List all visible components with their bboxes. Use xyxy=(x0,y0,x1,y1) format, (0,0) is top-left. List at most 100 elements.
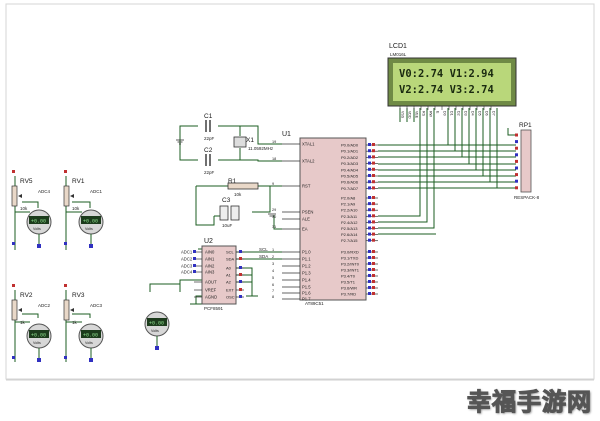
mcu-right-pin-name: P0.4/AD4 xyxy=(341,167,359,172)
pin-state-marker xyxy=(368,143,371,146)
lcd-ref: LCD1 xyxy=(389,43,407,50)
pin-state-marker xyxy=(368,226,371,230)
adc-part: PCF8591 xyxy=(204,306,224,311)
mcu-right-pin-name: P0.1/AD1 xyxy=(341,149,359,154)
pot-bottom-terminal xyxy=(12,356,15,359)
pot-top-terminal xyxy=(64,170,67,173)
mcu-right-pin-name: P2.7/A15 xyxy=(341,238,358,243)
pin-state-marker xyxy=(368,280,371,283)
output-meter-reading: +0.00 xyxy=(149,321,164,327)
rp1-pin-marker xyxy=(515,146,518,150)
voltmeter-terminal xyxy=(89,358,93,362)
pin-state-marker xyxy=(368,286,371,289)
pin-state-marker xyxy=(239,266,242,269)
mcu-left-pin-number: 1 xyxy=(272,248,274,252)
pin-state-marker xyxy=(368,196,371,199)
mcu-part: AT89C51 xyxy=(305,301,324,306)
pin-state-marker xyxy=(372,268,375,271)
pin-state-marker xyxy=(239,295,242,298)
pot-top-terminal xyxy=(12,284,15,287)
mcu-right-pin-name: P3.0/RXD xyxy=(341,250,359,255)
adc-left-pin-name: AIN2 xyxy=(205,264,215,269)
lcd-pin-label: RS xyxy=(422,111,426,117)
mcu-right-pin-name: P2.6/A14 xyxy=(341,232,358,237)
pin-state-marker xyxy=(193,257,196,260)
c2-ref: C2 xyxy=(204,147,213,154)
mcu-left-pin-name: P1.2 xyxy=(302,264,311,269)
pin-state-marker xyxy=(193,264,196,267)
adc-left-pin-name: AIN1 xyxy=(205,257,215,262)
mcu-left-pin-name: ALE xyxy=(302,217,310,222)
pin-state-marker xyxy=(372,196,375,199)
c1-value: 22pF xyxy=(204,136,215,141)
mcu-right-pin-name: P3.2/INT0 xyxy=(341,262,360,267)
pin-state-marker xyxy=(239,273,242,276)
mcu-left-pin-number: 5 xyxy=(272,276,274,280)
lcd-pin-label: D5 xyxy=(478,111,482,116)
pin-state-marker xyxy=(193,250,196,253)
lcd-pin-label: D0 xyxy=(443,111,447,116)
pin-state-marker xyxy=(372,256,375,259)
rp1-ref: RP1 xyxy=(519,122,532,129)
rp1-pin-marker xyxy=(515,186,518,190)
pot-net-label: ADC4 xyxy=(38,189,51,194)
mcu-left-pin-name: EA xyxy=(302,227,308,232)
mcu-right-pin-name: P0.5/AD5 xyxy=(341,174,359,179)
adc-input-label: ADC3 xyxy=(181,264,193,269)
pot-top-terminal xyxy=(64,284,67,287)
crystal-body xyxy=(233,136,247,148)
pot-bottom-terminal xyxy=(64,356,67,359)
pin-state-marker xyxy=(368,208,371,212)
mcu-left-pin-name: P1.6 xyxy=(302,291,311,296)
mcu-left-pin-number: 29 xyxy=(272,208,276,212)
mcu-left-pin-number: 31 xyxy=(272,225,276,229)
pin-state-marker xyxy=(372,143,375,146)
c3-value: 10uF xyxy=(222,223,233,228)
mcu-right-pin-name: P2.4/A12 xyxy=(341,220,358,225)
pot-bottom-terminal xyxy=(64,242,67,245)
mcu-right-pin-name: P0.7/AD7 xyxy=(341,186,359,191)
pin-state-marker xyxy=(372,232,375,236)
pin-state-marker xyxy=(372,262,375,265)
pin-state-marker xyxy=(372,274,375,277)
rp1-pin-marker xyxy=(515,166,518,170)
pin-state-marker xyxy=(239,288,242,291)
schematic-canvas: LCD1 LM016L V0:2.74 V1:2.94 V2:2.74 V3:2… xyxy=(0,0,600,421)
rp1-part: RESPACK-8 xyxy=(514,195,540,200)
mcu-right-pin-name: P3.6/WR xyxy=(341,286,357,291)
bus-label-sda: SDA xyxy=(259,254,268,259)
adc-input-label: ADC1 xyxy=(181,250,193,255)
adc-right-pin-name: A0 xyxy=(226,266,232,271)
adc-right-pin-name: EXT xyxy=(226,288,234,293)
circuit-schematic: LCD1 LM016L V0:2.74 V1:2.94 V2:2.74 V3:2… xyxy=(0,0,600,421)
mcu-left-pin-name: PSEN xyxy=(302,210,313,215)
pin-state-marker xyxy=(368,292,371,295)
adc-left-pin-name: AIN0 xyxy=(205,250,215,255)
pin-state-marker xyxy=(368,274,371,277)
r1-value: 10k xyxy=(234,192,242,197)
rp1-pin-marker xyxy=(515,159,518,163)
bus-label-scl: SCL xyxy=(259,247,268,252)
mcu-right-pin-name: P2.0/A8 xyxy=(341,196,356,201)
voltmeter-reading: +0.00 xyxy=(31,219,46,225)
mcu-left-pin-number: 30 xyxy=(272,215,276,219)
pin-state-marker xyxy=(368,232,371,236)
lcd-pin-label: D7 xyxy=(492,111,496,116)
pin-state-marker xyxy=(368,220,371,224)
pot-value: 10k xyxy=(20,206,28,211)
pin-state-marker xyxy=(368,149,371,153)
adc-right-pin-name: A1 xyxy=(226,273,232,278)
mcu-right-pin-name: P0.0/AD0 xyxy=(341,143,359,148)
pin-state-marker xyxy=(368,202,371,206)
crystal-ref: X1 xyxy=(246,137,254,144)
mcu-left-pin-name: P1.0 xyxy=(302,250,311,255)
lcd-pin-label: D1 xyxy=(450,111,454,116)
voltmeter-terminal xyxy=(37,358,41,362)
lcd-pin-label: VDD xyxy=(408,111,412,119)
voltmeter-terminal xyxy=(89,244,93,248)
rp1-pin-row xyxy=(515,133,518,190)
voltmeter-reading: +0.00 xyxy=(31,333,46,339)
pin-state-marker xyxy=(372,186,375,190)
lcd-pin-label: D2 xyxy=(457,111,461,116)
pot-ref: RV5 xyxy=(20,178,33,185)
